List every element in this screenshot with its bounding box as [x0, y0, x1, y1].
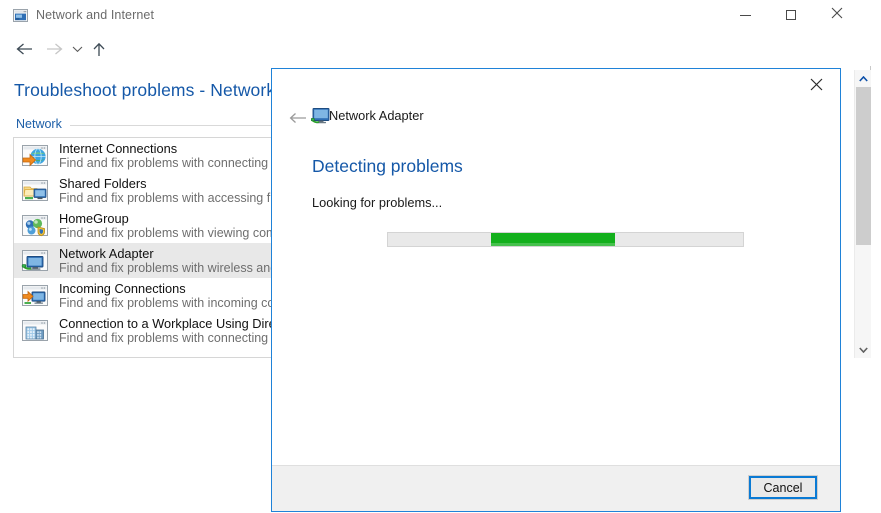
- maximize-icon: [786, 10, 796, 20]
- incoming-connections-icon: [19, 280, 51, 312]
- dialog-footer: Cancel: [272, 465, 840, 511]
- dialog-close-button[interactable]: [794, 70, 839, 99]
- back-button[interactable]: [10, 35, 38, 63]
- shared-folders-icon: [19, 175, 51, 207]
- scrollbar-thumb[interactable]: [856, 87, 871, 245]
- internet-connections-icon: [19, 140, 51, 172]
- close-button[interactable]: [814, 0, 860, 30]
- directaccess-icon: [19, 315, 51, 347]
- network-adapter-icon: [19, 245, 51, 277]
- navigation-bar: « All Control Panel Items › Troubleshoot…: [0, 32, 871, 94]
- up-button[interactable]: [86, 35, 112, 63]
- vertical-scrollbar[interactable]: [854, 70, 871, 358]
- dialog-status-text: Looking for problems...: [312, 195, 443, 210]
- window-title: Network and Internet: [36, 8, 155, 22]
- forward-button[interactable]: [40, 35, 68, 63]
- minimize-button[interactable]: [722, 0, 768, 30]
- control-panel-icon: [13, 9, 28, 22]
- progress-bar-chunk: [490, 233, 616, 246]
- cancel-button[interactable]: Cancel: [748, 475, 818, 500]
- progress-bar: [387, 232, 744, 247]
- recent-locations-button[interactable]: [66, 35, 88, 63]
- dialog-back-button[interactable]: [284, 105, 312, 131]
- dialog-wizard-title: Network Adapter: [329, 108, 424, 123]
- scroll-up-icon[interactable]: [855, 70, 871, 87]
- dialog-network-adapter-icon: [310, 107, 331, 125]
- scroll-down-icon[interactable]: [855, 341, 871, 358]
- screen: Network and Internet Search Troubleshoot…: [0, 0, 881, 513]
- title-bar: Network and Internet: [0, 0, 871, 32]
- dialog-heading: Detecting problems: [312, 156, 463, 176]
- minimize-icon: [739, 14, 751, 16]
- homegroup-icon: [19, 210, 51, 242]
- troubleshooter-dialog: Network Adapter Detecting problems Looki…: [271, 68, 841, 512]
- group-label: Network: [16, 117, 62, 131]
- close-icon: [831, 6, 843, 24]
- maximize-button[interactable]: [768, 0, 814, 30]
